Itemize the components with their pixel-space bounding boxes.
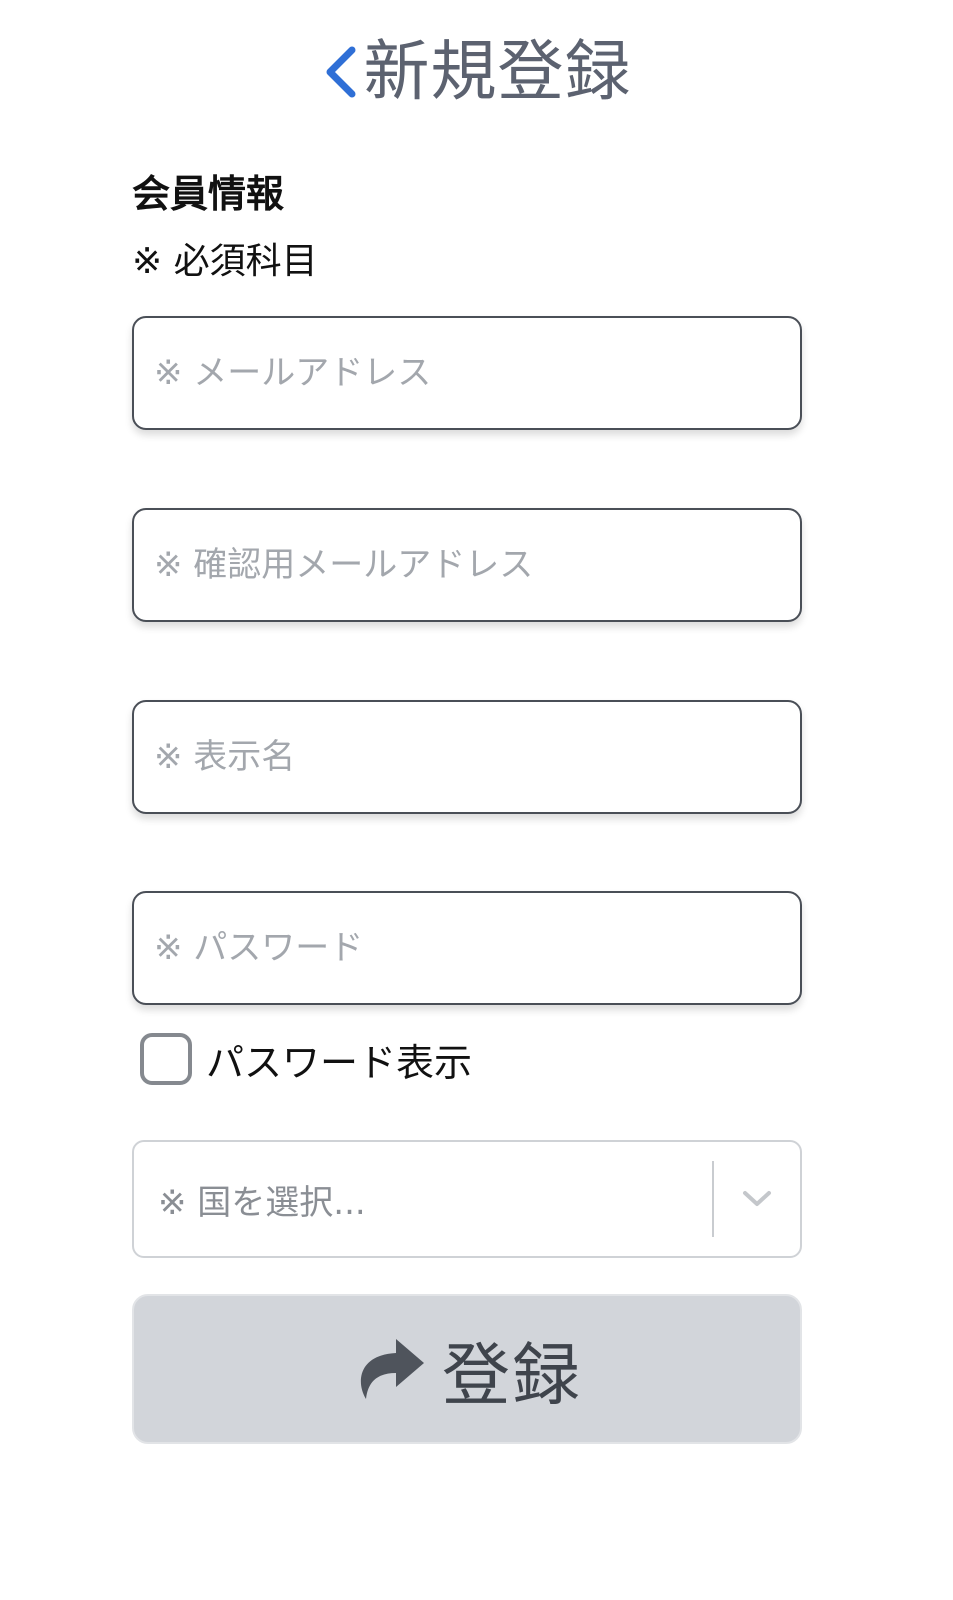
register-button[interactable]: 登録 — [132, 1294, 802, 1444]
back-button[interactable] — [322, 42, 362, 102]
show-password-toggle[interactable]: パスワード表示 — [140, 1030, 472, 1088]
share-arrow-icon — [360, 1339, 424, 1399]
country-select[interactable]: ※ 国を選択... — [132, 1140, 802, 1258]
show-password-label: パスワード表示 — [206, 1040, 473, 1085]
show-password-checkbox[interactable] — [140, 1033, 192, 1085]
country-select-value: ※ 国を選択... — [158, 1182, 366, 1223]
required-note: ※ 必須科目 — [132, 241, 318, 282]
display-name-field[interactable] — [132, 700, 802, 814]
register-button-label: 登録 — [441, 1336, 582, 1416]
email-confirm-field[interactable] — [132, 508, 802, 622]
chevron-down-icon[interactable] — [714, 1142, 800, 1256]
page-title: 新規登録 — [363, 33, 632, 110]
section-title: 会員情報 — [132, 172, 285, 216]
email-field[interactable] — [132, 316, 802, 430]
password-field[interactable] — [132, 891, 802, 1005]
chevron-left-icon — [326, 46, 355, 98]
header: 新規登録 — [0, 22, 953, 122]
